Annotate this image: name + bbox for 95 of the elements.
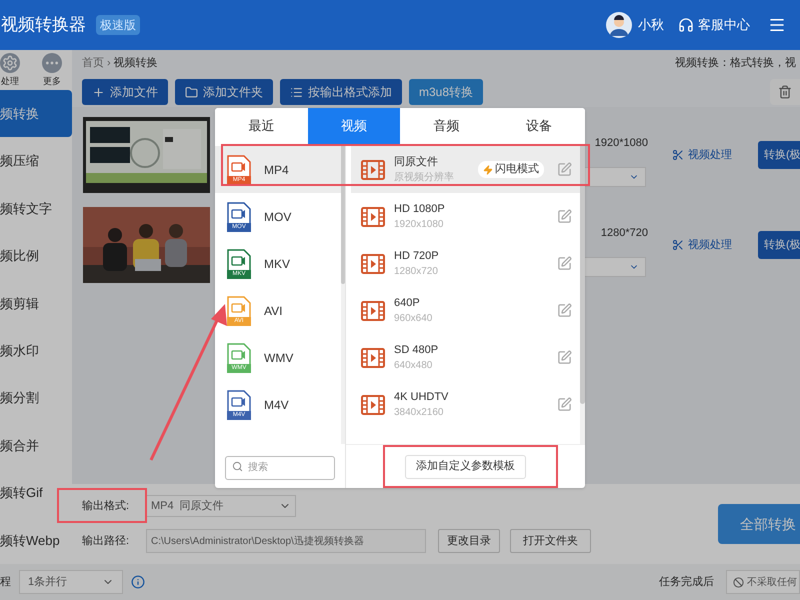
- sidebar-item[interactable]: 频转Webp: [0, 516, 72, 564]
- sidebar-item[interactable]: 频比例: [0, 232, 72, 280]
- film-icon: [361, 160, 385, 180]
- more-icon[interactable]: [42, 53, 62, 73]
- app-title: 视频转换器: [1, 14, 86, 36]
- preset-detail: 1920x1080: [394, 218, 444, 232]
- format-name: WMV: [264, 350, 294, 366]
- process-link[interactable]: 视频处理: [672, 236, 758, 254]
- toolbar-button[interactable]: 添加文件: [82, 79, 168, 105]
- preset-detail: 1280x720: [394, 264, 439, 278]
- format-name: AVI: [264, 302, 282, 320]
- toolbar-button[interactable]: 添加文件夹: [175, 79, 273, 105]
- sidebar-item[interactable]: 频分割: [0, 374, 72, 422]
- edition-badge: 极速版: [96, 15, 140, 35]
- status-label: 程: [0, 574, 11, 590]
- open-folder-button[interactable]: 打开文件夹: [510, 529, 591, 553]
- toolbar-icon: [92, 86, 105, 98]
- process-link[interactable]: 视频处理: [672, 146, 758, 164]
- search-icon: [232, 461, 243, 472]
- preset-item[interactable]: 同原文件 原视频分辨率 闪电模式: [351, 146, 580, 193]
- output-format-select[interactable]: MP4 同原文件: [146, 495, 296, 517]
- sidebar-item[interactable]: 频合并: [0, 422, 72, 470]
- breadcrumb-separator: ›: [107, 56, 111, 72]
- toolbar-icon: [290, 86, 303, 98]
- after-task-select[interactable]: 不采取任何: [726, 570, 800, 594]
- trash-icon: [778, 85, 792, 99]
- process-label: 视频处理: [688, 238, 732, 253]
- toolbar-icon: [185, 86, 198, 98]
- menu-icon[interactable]: [768, 16, 786, 34]
- clear-button[interactable]: [770, 79, 800, 105]
- output-format-label: 输出格式:: [82, 498, 130, 514]
- preset-name: HD 1080P: [394, 202, 446, 216]
- change-directory-button[interactable]: 更改目录: [438, 529, 500, 553]
- preset-name: 4K UHDTV: [394, 390, 450, 404]
- format-tab[interactable]: 最近: [215, 108, 308, 144]
- sidebar-tool-label: 更多: [43, 75, 61, 88]
- avatar-icon: [606, 12, 632, 38]
- preset-detail: 3840x2160: [394, 406, 444, 420]
- format-name: MOV: [264, 208, 292, 226]
- format-name: M4V: [264, 396, 289, 414]
- format-name: MKV: [264, 256, 290, 272]
- edit-icon[interactable]: [557, 397, 572, 412]
- toolbar-button[interactable]: 按输出格式添加: [280, 79, 402, 105]
- film-icon: [361, 394, 385, 414]
- format-tab[interactable]: 视频: [308, 108, 400, 144]
- sidebar-item[interactable]: 频转Gif: [0, 469, 72, 517]
- ban-icon: [733, 576, 744, 588]
- sidebar-item[interactable]: 频压缩: [0, 137, 72, 185]
- edit-icon[interactable]: [557, 303, 572, 318]
- film-icon: [361, 206, 385, 226]
- parallel-select[interactable]: 1条并行: [19, 570, 123, 594]
- settings-icon[interactable]: [0, 53, 20, 73]
- scrollbar-thumb[interactable]: [580, 144, 585, 404]
- support-icon: [678, 17, 694, 33]
- sidebar-item[interactable]: 频转换: [0, 90, 72, 138]
- resolution-text: 1280*720: [600, 226, 648, 241]
- process-label: 视频处理: [688, 148, 732, 163]
- preset-detail: 原视频分辨率: [394, 170, 455, 184]
- film-icon: [361, 348, 385, 368]
- info-icon[interactable]: [131, 575, 145, 589]
- film-icon: [361, 300, 385, 320]
- sidebar-tool-label: 处理: [1, 75, 19, 88]
- scissors-icon: [672, 239, 684, 251]
- edit-icon[interactable]: [557, 162, 572, 177]
- preset-name: 同原文件: [394, 154, 439, 170]
- user-name[interactable]: 小秋: [638, 15, 664, 35]
- output-path-label: 输出路径:: [82, 534, 130, 549]
- preset-detail: 640x480: [394, 358, 434, 372]
- output-path-field[interactable]: C:\Users\Administrator\Desktop\迅捷视频转换器: [146, 529, 426, 553]
- edit-icon[interactable]: [557, 256, 572, 271]
- sidebar-item[interactable]: 频转文字: [0, 184, 72, 232]
- sidebar-item[interactable]: 频剪辑: [0, 280, 72, 327]
- resolution-text: 1920*1080: [594, 136, 648, 151]
- add-template-button[interactable]: 添加自定义参数模板: [405, 454, 526, 478]
- scissors-icon: [672, 149, 684, 161]
- convert-button[interactable]: 转换(极: [758, 141, 800, 169]
- sidebar-item[interactable]: 频水印: [0, 326, 72, 374]
- lightning-icon: [483, 164, 493, 174]
- preset-name: 640P: [394, 296, 421, 310]
- page-description: 视频转换：格式转换，视: [675, 56, 796, 72]
- edit-icon[interactable]: [557, 209, 572, 224]
- format-name: MP4: [264, 162, 289, 178]
- format-tab[interactable]: 设备: [492, 108, 585, 144]
- preset-name: HD 720P: [394, 248, 440, 264]
- edit-icon[interactable]: [557, 350, 572, 365]
- scrollbar-thumb[interactable]: [341, 144, 345, 284]
- support-link[interactable]: 客服中心: [698, 15, 750, 35]
- convert-button[interactable]: 转换(极: [758, 231, 800, 259]
- flash-mode-badge: 闪电模式: [478, 161, 544, 178]
- breadcrumb-current: 视频转换: [114, 56, 158, 72]
- preset-name: SD 480P: [394, 342, 440, 358]
- film-icon: [361, 254, 385, 274]
- after-task-label: 任务完成后: [659, 574, 714, 590]
- search-field[interactable]: 搜索: [225, 456, 335, 480]
- preset-detail: 960x640: [394, 312, 434, 326]
